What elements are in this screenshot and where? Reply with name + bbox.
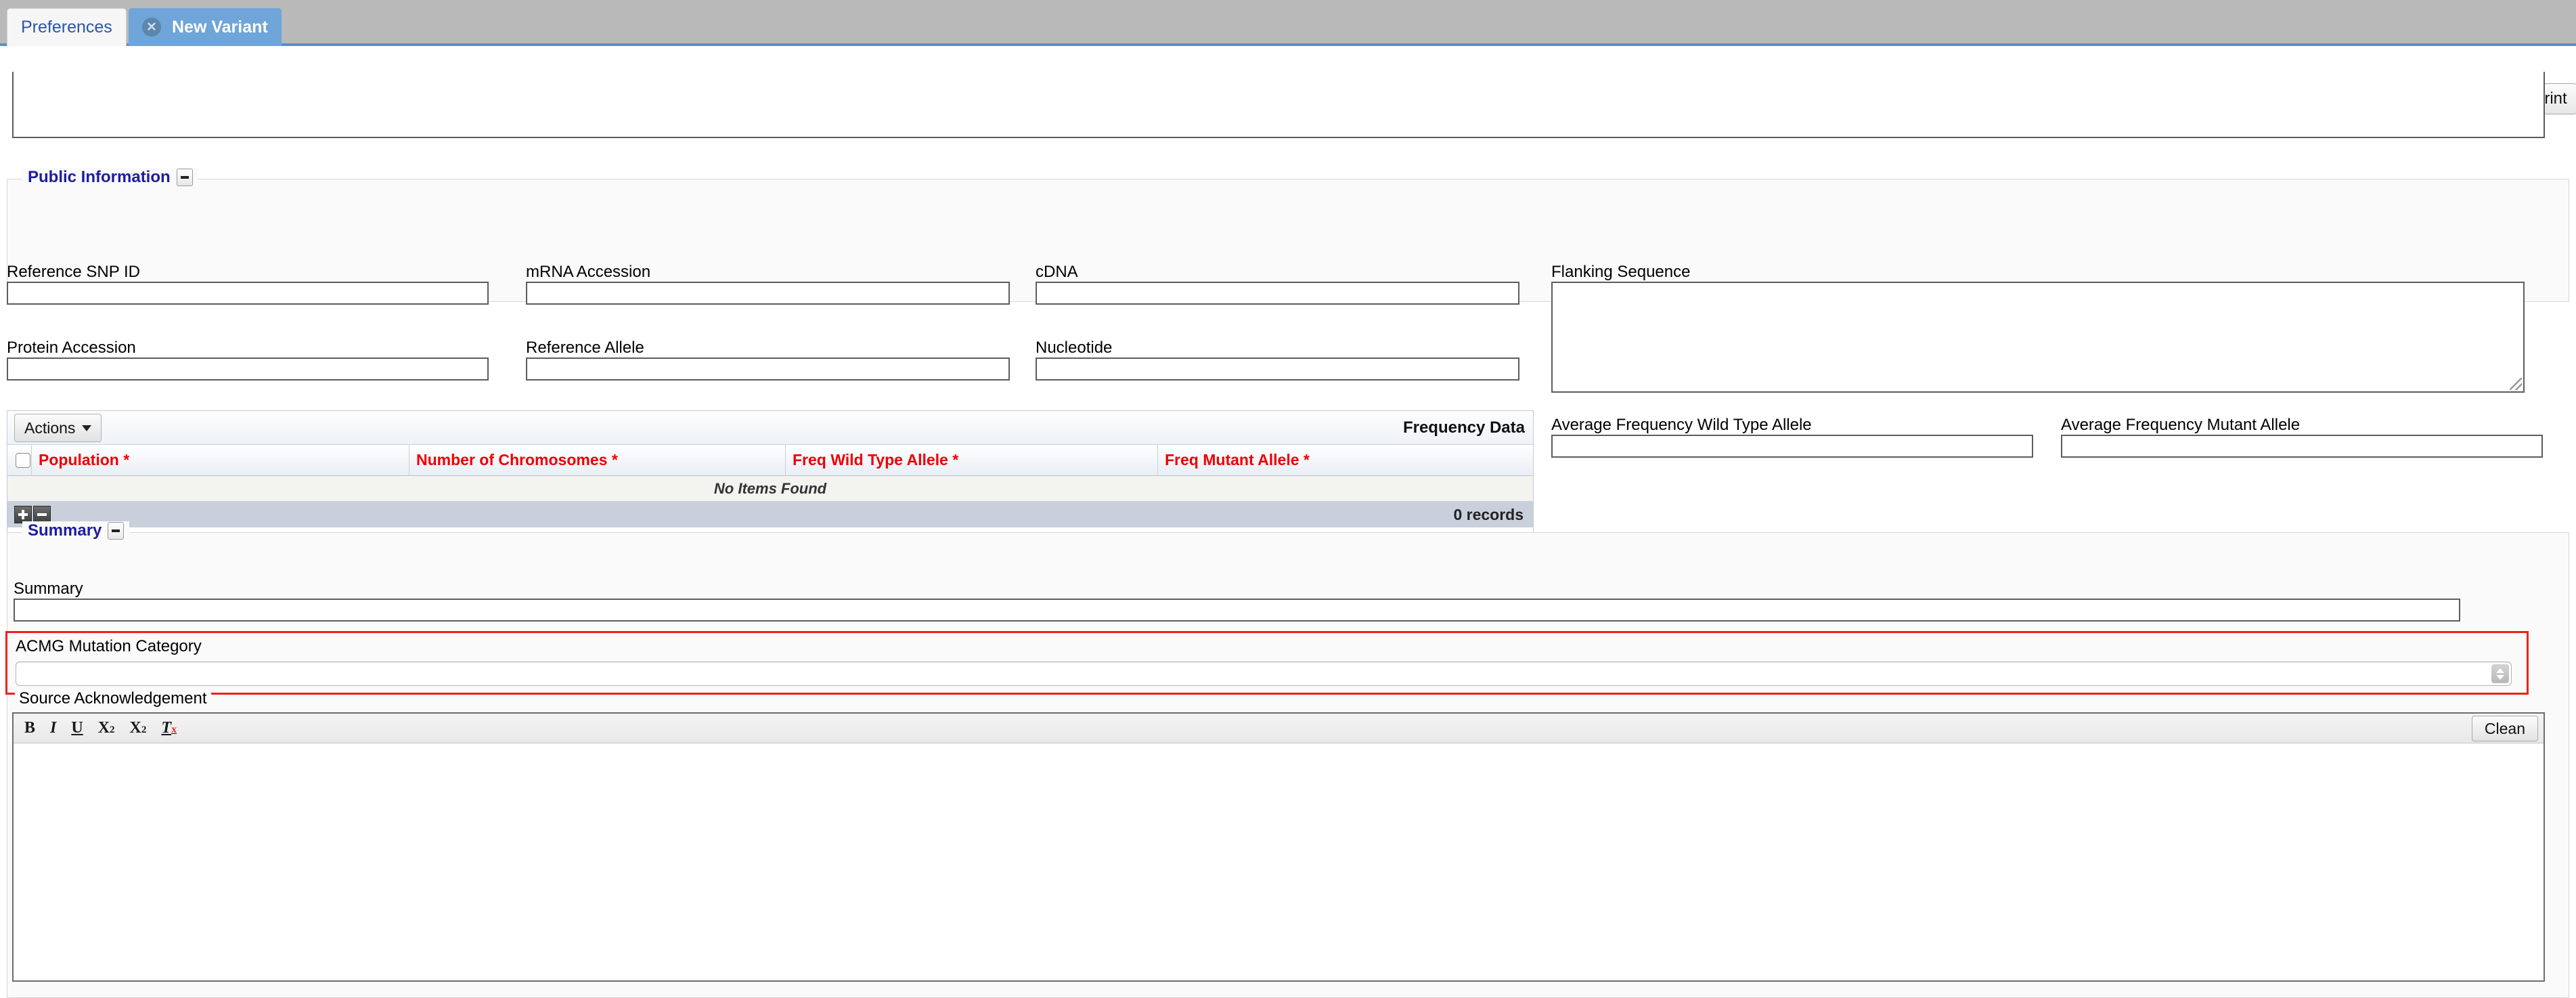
- resize-grip-icon[interactable]: [2510, 378, 2522, 390]
- frequency-data-table: Actions Frequency Data Population * Numb…: [7, 410, 1534, 546]
- minus-box-icon[interactable]: [108, 522, 125, 540]
- superscript-affix: 2: [141, 724, 147, 735]
- select-all-cell[interactable]: [7, 445, 32, 475]
- stepper-updown-icon[interactable]: [2491, 664, 2509, 683]
- table-header-row: Population * Number of Chromosomes * Fre…: [7, 445, 1533, 476]
- subscript-affix: 2: [110, 724, 115, 735]
- subscript-glyph: X: [97, 719, 110, 737]
- summary-legend: Summary: [22, 521, 130, 540]
- caret-down-icon: [82, 425, 92, 431]
- source-acknowledgement-editor: B I U X2 X2 Tx Clean: [12, 712, 2545, 982]
- editor-toolbar: B I U X2 X2 Tx Clean: [14, 714, 2544, 743]
- cdna-label: cDNA: [1036, 263, 1078, 281]
- column-header-freq-mutant-allele[interactable]: Freq Mutant Allele *: [1158, 445, 1533, 475]
- minus-box-icon[interactable]: [176, 169, 193, 186]
- nucleotide-label: Nucleotide: [1036, 339, 1113, 357]
- cdna-input[interactable]: [1036, 282, 1519, 305]
- acmg-mutation-category-label: ACMG Mutation Category: [16, 637, 202, 655]
- acmg-mutation-category-box: ACMG Mutation Category: [5, 631, 2529, 695]
- actions-button[interactable]: Actions: [14, 414, 102, 442]
- public-information-legend: Public Information: [22, 168, 198, 187]
- column-header-freq-wild-type-allele[interactable]: Freq Wild Type Allele *: [786, 445, 1158, 475]
- record-count: 0 records: [1453, 505, 1524, 523]
- protein-accession-input[interactable]: [7, 357, 489, 381]
- clean-button[interactable]: Clean: [2471, 716, 2538, 741]
- reference-allele-input[interactable]: [526, 357, 1010, 381]
- summary-legend-label: Summary: [28, 521, 102, 540]
- bold-icon[interactable]: B: [24, 719, 35, 737]
- summary-field-label: Summary: [14, 580, 83, 598]
- superscript-glyph: X: [129, 719, 141, 737]
- mrna-accession-input[interactable]: [526, 282, 1010, 305]
- column-header-number-of-chromosomes[interactable]: Number of Chromosomes *: [409, 445, 786, 475]
- frequency-data-title: Frequency Data: [1402, 418, 1525, 437]
- subscript-icon[interactable]: X2: [98, 719, 115, 737]
- close-circle-icon[interactable]: ✕: [142, 18, 161, 37]
- empty-state-message: No Items Found: [7, 476, 1533, 502]
- mrna-accession-label: mRNA Accession: [526, 263, 651, 281]
- checkbox-icon[interactable]: [15, 452, 30, 468]
- scrolled-textarea[interactable]: [12, 72, 2545, 138]
- remove-format-glyph: T: [161, 719, 172, 737]
- table-toolbar: Actions Frequency Data: [7, 411, 1533, 445]
- reference-allele-label: Reference Allele: [526, 339, 644, 357]
- avg-freq-wild-type-input[interactable]: [1551, 435, 2033, 458]
- summary-input[interactable]: [14, 599, 2460, 622]
- source-acknowledgement-label: Source Acknowledgement: [15, 689, 211, 708]
- flanking-sequence-textarea[interactable]: [1551, 282, 2525, 393]
- page-content: Print Public Information Reference SNP I…: [0, 46, 2576, 998]
- avg-freq-mutant-input[interactable]: [2061, 435, 2543, 458]
- tab-preferences-label: Preferences: [21, 18, 112, 37]
- superscript-icon[interactable]: X2: [130, 719, 147, 737]
- source-acknowledgement-body[interactable]: [14, 743, 2544, 980]
- public-information-legend-label: Public Information: [28, 168, 171, 186]
- protein-accession-label: Protein Accession: [7, 339, 136, 357]
- underline-icon[interactable]: U: [71, 719, 83, 737]
- remove-format-icon[interactable]: Tx: [161, 719, 177, 737]
- clean-button-label: Clean: [2484, 719, 2525, 737]
- tab-preferences[interactable]: Preferences: [7, 8, 127, 46]
- italic-icon[interactable]: I: [50, 719, 56, 737]
- avg-freq-mutant-label: Average Frequency Mutant Allele: [2061, 416, 2301, 434]
- remove-format-affix: x: [171, 724, 177, 735]
- tab-bar: Preferences ✕ New Variant: [0, 0, 2576, 46]
- acmg-mutation-category-select[interactable]: [16, 661, 2512, 686]
- avg-freq-wild-type-label: Average Frequency Wild Type Allele: [1551, 416, 1812, 434]
- reference-snp-id-label: Reference SNP ID: [7, 263, 140, 281]
- tab-new-variant-label: New Variant: [172, 17, 268, 37]
- reference-snp-id-input[interactable]: [7, 282, 489, 305]
- actions-button-label: Actions: [24, 418, 76, 437]
- column-header-population[interactable]: Population *: [32, 445, 409, 475]
- tab-new-variant[interactable]: ✕ New Variant: [129, 8, 282, 46]
- table-footer: 0 records: [7, 502, 1533, 527]
- flanking-sequence-label: Flanking Sequence: [1551, 263, 1691, 281]
- nucleotide-input[interactable]: [1036, 357, 1519, 381]
